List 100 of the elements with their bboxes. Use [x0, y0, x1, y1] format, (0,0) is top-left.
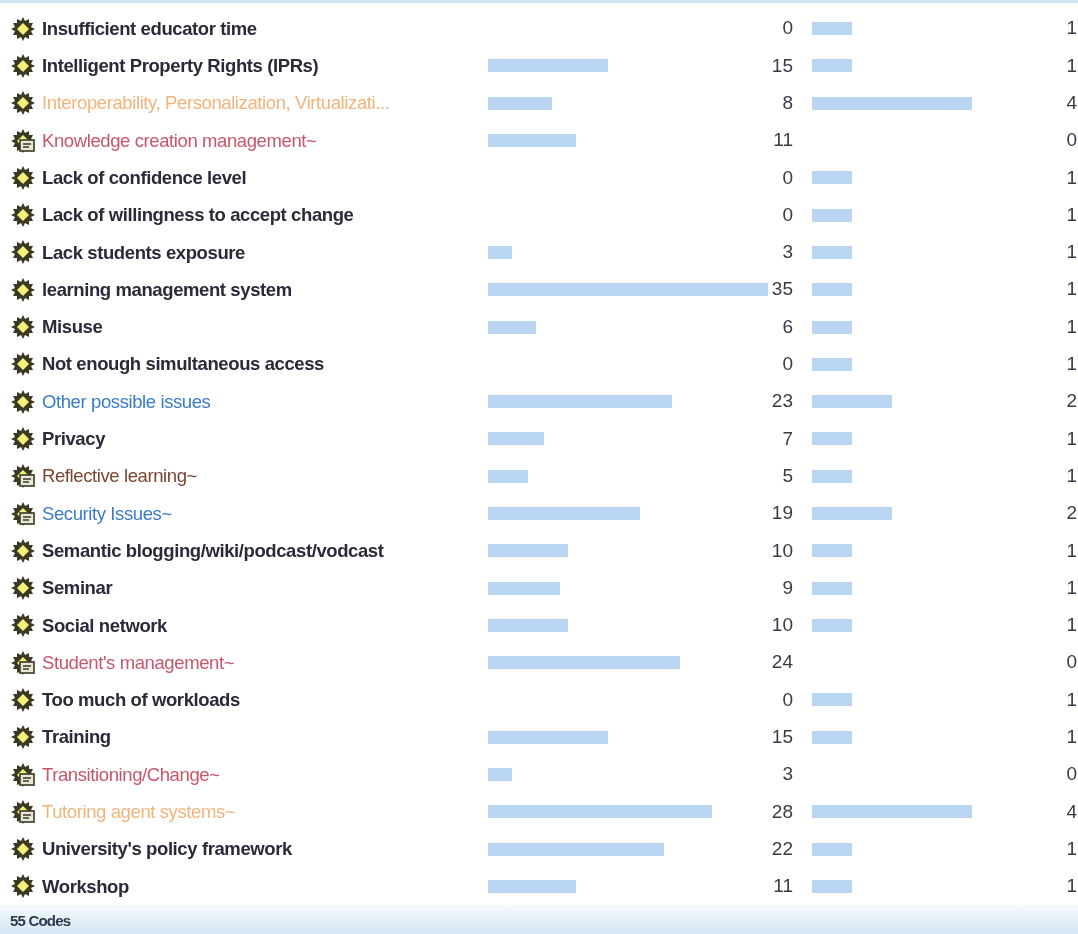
code-name[interactable]: Too much of workloads [42, 686, 488, 714]
grounded-bar [488, 245, 512, 259]
density-count: 4 [1065, 799, 1077, 824]
density-count: 1 [1065, 277, 1077, 302]
grounded-count: 11 [772, 128, 793, 153]
density-bar [812, 59, 852, 73]
gear-icon [10, 52, 36, 79]
gear-note-icon [10, 463, 36, 490]
gear-icon [10, 276, 36, 303]
gear-icon [10, 164, 36, 191]
grounded-count: 6 [781, 314, 793, 339]
code-name[interactable]: Training [42, 723, 488, 752]
code-name[interactable]: Not enough simultaneous access [42, 350, 488, 379]
density-bar [812, 730, 852, 744]
gear-icon [10, 15, 36, 42]
code-name[interactable]: Lack of confidence level [42, 163, 488, 192]
density-count: 1 [1065, 538, 1077, 563]
code-name[interactable]: Lack students exposure [42, 238, 488, 267]
grounded-count: 11 [772, 874, 793, 899]
grounded-bar [488, 581, 560, 595]
gear-note-icon [10, 649, 36, 676]
grounded-bar [488, 469, 528, 483]
code-name[interactable]: Semantic blogging/wiki/podcast/vodcast [42, 536, 488, 565]
gear-icon [10, 724, 36, 751]
gear-icon [10, 202, 36, 229]
gear-icon [10, 90, 36, 117]
density-bar [812, 842, 852, 856]
density-count: 0 [1065, 128, 1077, 153]
density-bar [812, 581, 852, 595]
density-count: 1 [1065, 687, 1077, 712]
density-bar [812, 22, 852, 36]
gear-note-icon [10, 127, 36, 154]
gear-icon [10, 425, 36, 452]
density-count: 1 [1065, 613, 1077, 638]
density-count: 1 [1065, 874, 1077, 899]
grounded-count: 24 [770, 650, 793, 675]
grounded-count: 0 [781, 687, 793, 712]
code-name[interactable]: Workshop [42, 872, 488, 901]
code-name[interactable]: Seminar [42, 574, 488, 602]
grounded-count: 5 [781, 463, 793, 488]
density-count: 2 [1065, 389, 1077, 414]
density-count: 1 [1065, 165, 1077, 190]
grounded-count: 23 [770, 389, 793, 414]
grounded-count: 10 [770, 538, 793, 563]
gear-icon [10, 388, 36, 415]
density-bar [812, 544, 852, 558]
code-name[interactable]: Other possible issues [42, 387, 488, 416]
density-count: 1 [1065, 575, 1077, 600]
grounded-count: 0 [781, 202, 793, 227]
grounded-count: 19 [770, 501, 793, 526]
density-bar [812, 245, 852, 259]
density-count: 1 [1065, 426, 1077, 451]
gear-icon [10, 314, 36, 340]
gear-note-icon [10, 500, 36, 527]
code-name[interactable]: Transitioning/Change~ [42, 760, 488, 789]
grounded-count: 8 [781, 91, 793, 115]
code-name[interactable]: Reflective learning~ [42, 462, 488, 491]
density-count: 0 [1065, 650, 1077, 675]
density-bar [812, 469, 852, 483]
gear-icon [10, 239, 36, 266]
code-name[interactable]: Privacy [42, 425, 488, 453]
grounded-count: 10 [770, 613, 793, 638]
code-name[interactable]: Lack of willingness to accept change [42, 201, 488, 229]
gear-icon [10, 612, 36, 639]
density-bar [812, 283, 852, 297]
gear-note-icon [10, 761, 36, 788]
code-name[interactable]: Knowledge creation management~ [42, 126, 488, 155]
grounded-count: 22 [770, 836, 793, 861]
grounded-count: 3 [781, 762, 793, 787]
grounded-count: 28 [770, 799, 793, 824]
density-bar [812, 618, 852, 632]
gear-icon [10, 351, 36, 378]
grounded-count: 3 [781, 240, 793, 265]
density-bar [812, 879, 852, 893]
code-name[interactable]: Student's management~ [42, 648, 488, 677]
code-name[interactable]: Insufficient educator time [42, 14, 488, 43]
density-count: 2 [1065, 501, 1077, 526]
grounded-bar [488, 96, 552, 110]
density-count: 1 [1065, 352, 1077, 377]
code-name[interactable]: Misuse [42, 313, 488, 341]
code-name[interactable]: Security Issues~ [42, 499, 488, 528]
density-count: 1 [1065, 202, 1077, 227]
density-count: 4 [1065, 91, 1077, 115]
code-name[interactable]: Intelligent Property Rights (IPRs) [42, 52, 488, 80]
gear-icon [10, 873, 36, 900]
density-count: 1 [1065, 463, 1077, 488]
code-name[interactable]: learning management system [42, 275, 488, 304]
gear-icon [10, 537, 36, 564]
grounded-bar [488, 320, 536, 334]
grounded-count: 0 [781, 16, 793, 41]
grounded-count: 0 [781, 165, 793, 190]
code-name[interactable]: University's policy framework [42, 835, 488, 864]
density-count: 0 [1065, 762, 1077, 787]
grounded-bar [488, 432, 544, 446]
density-bar [812, 320, 852, 334]
grounded-count: 15 [770, 53, 793, 78]
grounded-count: 0 [781, 352, 793, 377]
grounded-count: 35 [770, 277, 793, 302]
density-bar [812, 432, 852, 446]
code-name[interactable]: Social network [42, 611, 488, 640]
